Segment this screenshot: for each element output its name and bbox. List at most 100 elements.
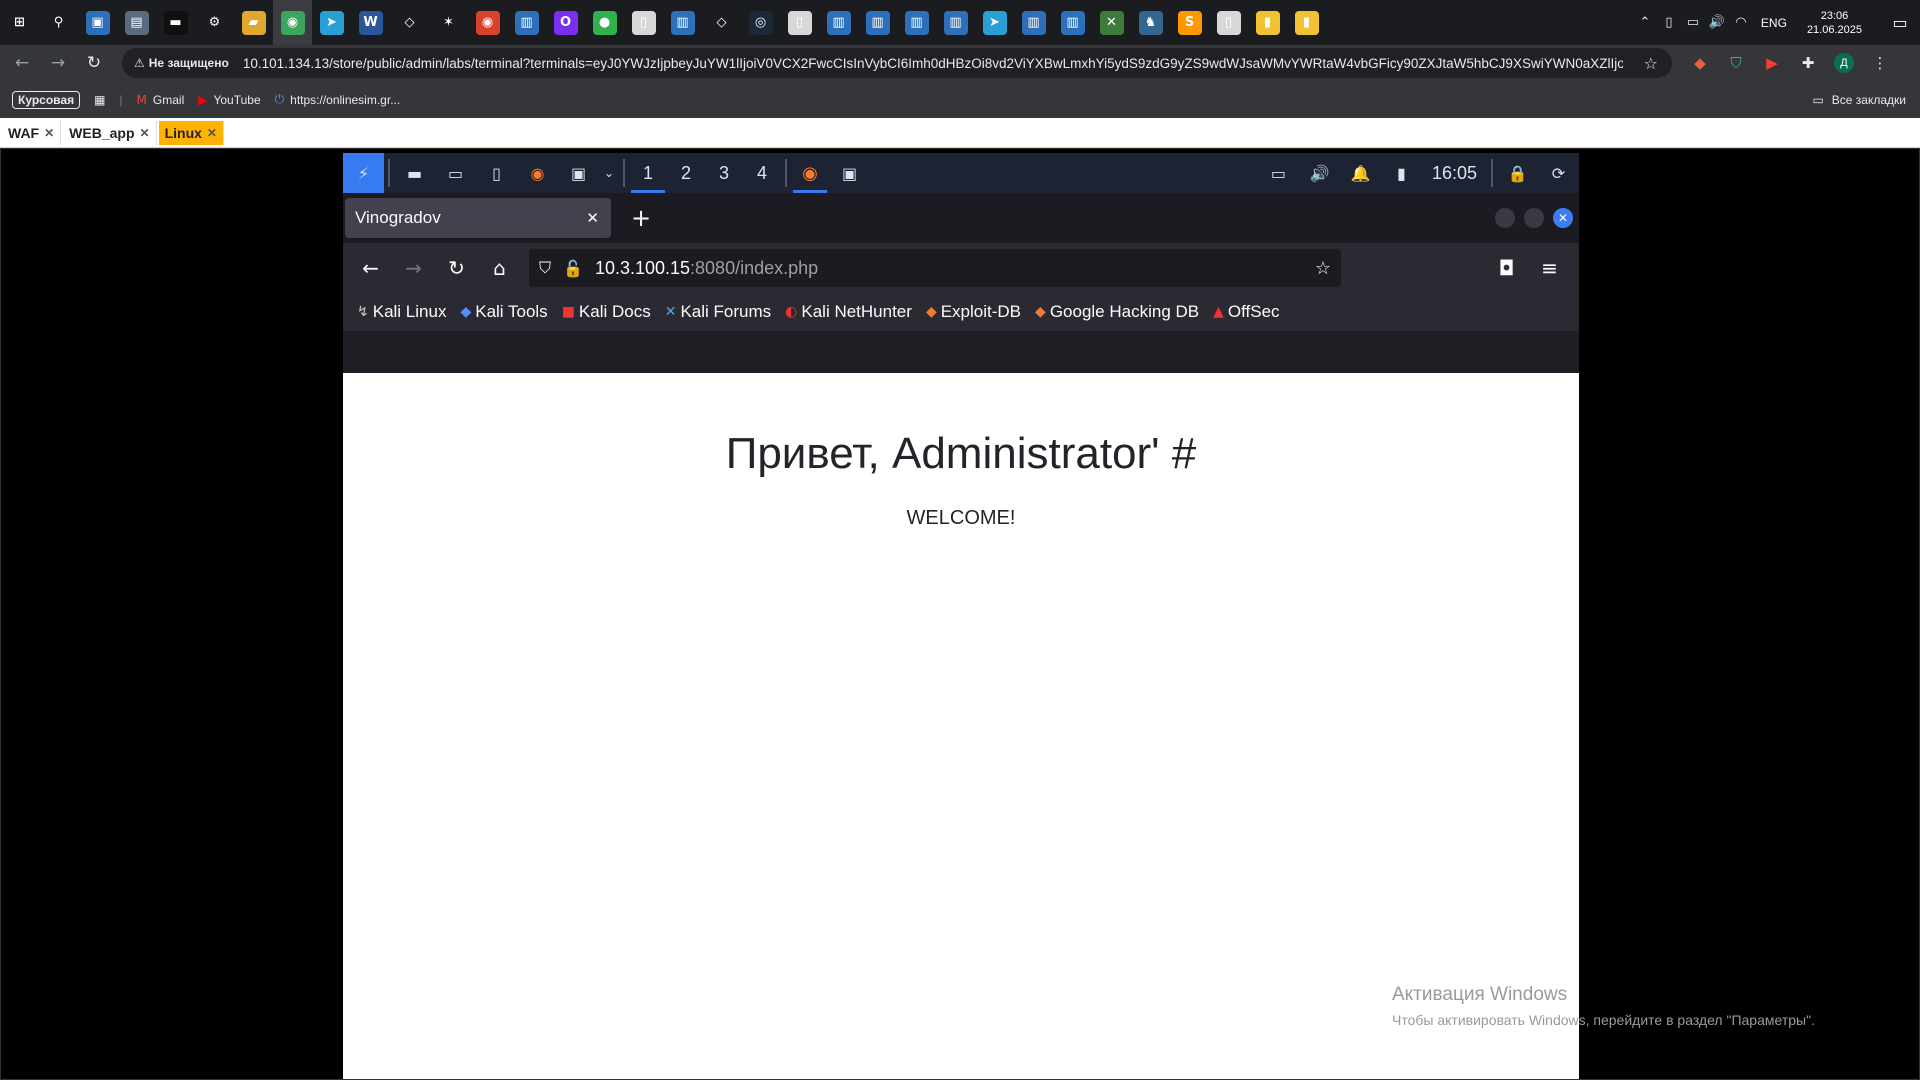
this-pc-icon[interactable]: ▣ bbox=[78, 0, 117, 45]
opera-icon[interactable]: O bbox=[546, 0, 585, 45]
reload-button[interactable]: ↻ bbox=[435, 256, 478, 280]
window-icon-8[interactable]: ▥ bbox=[1053, 0, 1092, 45]
tracking-shield-icon[interactable]: ⛉ bbox=[539, 258, 551, 278]
virtualbox-icon-2[interactable]: ◇ bbox=[702, 0, 741, 45]
bookmark-kali-linux[interactable]: ↯ Kali Linux bbox=[357, 302, 446, 322]
search-icon[interactable]: ⚲ bbox=[39, 0, 78, 45]
chevron-up-icon[interactable]: ⌃ bbox=[1633, 15, 1657, 30]
insecure-lock-icon[interactable]: 🔓 bbox=[563, 259, 583, 278]
language-indicator[interactable]: ENG bbox=[1761, 16, 1787, 30]
bell-icon[interactable]: 🔔 bbox=[1340, 153, 1381, 193]
window-icon-2[interactable]: ▥ bbox=[663, 0, 702, 45]
forward-button[interactable]: → bbox=[392, 256, 435, 280]
bookmark-star-icon[interactable]: ☆ bbox=[1315, 258, 1331, 279]
window-icon-4[interactable]: ▥ bbox=[858, 0, 897, 45]
apps-grid-icon[interactable]: ▦ bbox=[94, 93, 105, 107]
close-icon[interactable]: ✕ bbox=[140, 126, 150, 140]
folder-icon[interactable]: ▮ bbox=[1248, 0, 1287, 45]
extension-youtube-icon[interactable]: ▶ bbox=[1754, 54, 1790, 72]
tab-waf[interactable]: WAF ✕ bbox=[2, 120, 62, 145]
xbox-icon[interactable]: ✕ bbox=[1092, 0, 1131, 45]
home-button[interactable]: ⌂ bbox=[478, 256, 521, 280]
telegram-icon-2[interactable]: ➤ bbox=[975, 0, 1014, 45]
text-editor-icon[interactable]: ▯ bbox=[476, 153, 517, 193]
close-icon[interactable]: ✕ bbox=[207, 126, 217, 140]
terminal-launcher-icon[interactable]: ▣ bbox=[558, 153, 599, 193]
bookmark-kali-tools[interactable]: ◆ Kali Tools bbox=[460, 302, 547, 322]
app-satellite-icon[interactable]: ✶ bbox=[429, 0, 468, 45]
bookmark-kali-docs[interactable]: ■ Kali Docs bbox=[562, 302, 651, 322]
back-button[interactable]: ← bbox=[4, 53, 40, 73]
pocket-icon[interactable]: ◘ bbox=[1485, 256, 1528, 280]
notifications-icon[interactable]: ▭ bbox=[1880, 13, 1920, 32]
minimize-button[interactable] bbox=[1495, 208, 1515, 228]
back-button[interactable]: ← bbox=[349, 256, 392, 280]
document-icon-2[interactable]: ▯ bbox=[780, 0, 819, 45]
settings-gear-icon[interactable]: ⚙ bbox=[195, 0, 234, 45]
chevron-down-icon[interactable]: ⌄ bbox=[599, 153, 619, 193]
reload-button[interactable]: ↻ bbox=[76, 53, 112, 73]
all-bookmarks-button[interactable]: ▭ Все закладки bbox=[1812, 93, 1906, 107]
workspace-2[interactable]: 2 bbox=[667, 153, 705, 193]
system-clock[interactable]: 23:06 21.06.2025 bbox=[1807, 9, 1862, 37]
extension-fox-icon[interactable]: ◆ bbox=[1682, 54, 1718, 72]
network-icon[interactable]: ▤ bbox=[117, 0, 156, 45]
profile-avatar[interactable]: Д bbox=[1834, 53, 1854, 73]
bookmark-gmail[interactable]: M Gmail bbox=[137, 93, 185, 107]
tab-web-app[interactable]: WEB_app ✕ bbox=[63, 120, 157, 145]
firefox-tab-vinogradov[interactable]: Vinogradov ✕ bbox=[345, 198, 611, 238]
forward-button[interactable]: → bbox=[40, 53, 76, 73]
file-manager-icon[interactable]: ▭ bbox=[435, 153, 476, 193]
maximize-button[interactable] bbox=[1524, 208, 1544, 228]
show-desktop-icon[interactable]: ▬ bbox=[394, 153, 435, 193]
bookmark-exploit-db[interactable]: ◆ Exploit-DB bbox=[926, 302, 1021, 322]
steam-icon[interactable]: ◎ bbox=[741, 0, 780, 45]
virtualbox-icon[interactable]: ◇ bbox=[390, 0, 429, 45]
bookmark-youtube[interactable]: ▶ YouTube bbox=[198, 93, 260, 107]
bookmark-onlinesim[interactable]: ⏻ https://onlinesim.gr... bbox=[275, 92, 401, 107]
file-explorer-icon[interactable]: ▰ bbox=[234, 0, 273, 45]
word-icon[interactable]: W bbox=[351, 0, 390, 45]
wechat-icon[interactable]: ● bbox=[585, 0, 624, 45]
document-icon[interactable]: ▯ bbox=[624, 0, 663, 45]
taskbar-terminal-window-icon[interactable]: ▣ bbox=[829, 153, 870, 193]
battery-icon[interactable]: ▮ bbox=[1381, 153, 1422, 193]
wifi-icon[interactable]: ◠ bbox=[1729, 15, 1753, 30]
window-icon-3[interactable]: ▥ bbox=[819, 0, 858, 45]
chrome-icon[interactable]: ◉ bbox=[273, 0, 312, 45]
workspace-1[interactable]: 1 bbox=[629, 153, 667, 193]
firefox-launcher-icon[interactable]: ◉ bbox=[517, 153, 558, 193]
window-icon[interactable]: ▥ bbox=[507, 0, 546, 45]
workspace-4[interactable]: 4 bbox=[743, 153, 781, 193]
firefox-url-bar[interactable]: ⛉ 🔓 10.3.100.15:8080/index.php ☆ bbox=[529, 249, 1341, 287]
volume-icon[interactable]: 🔊 bbox=[1705, 15, 1729, 30]
lock-icon[interactable]: 🔒 bbox=[1497, 153, 1538, 193]
address-bar[interactable]: ⚠ Не защищено 10.101.134.13/store/public/… bbox=[122, 48, 1672, 78]
display-icon[interactable]: ▭ bbox=[1258, 153, 1299, 193]
extensions-puzzle-icon[interactable]: ✚ bbox=[1790, 54, 1826, 72]
kali-clock[interactable]: 16:05 bbox=[1432, 163, 1477, 184]
new-tab-button[interactable]: + bbox=[621, 204, 661, 232]
bookmark-star-icon[interactable]: ☆ bbox=[1644, 54, 1658, 73]
close-window-button[interactable]: ✕ bbox=[1553, 208, 1573, 228]
chrome-menu-icon[interactable]: ⋮ bbox=[1862, 54, 1898, 72]
tab-linux[interactable]: Linux ✕ bbox=[158, 120, 224, 145]
bookmark-google-hacking-db[interactable]: ◆ Google Hacking DB bbox=[1035, 302, 1199, 322]
hamburger-menu-icon[interactable]: ≡ bbox=[1528, 256, 1571, 280]
url-text[interactable]: 10.101.134.13/store/public/admin/labs/te… bbox=[243, 56, 1623, 71]
bookmark-kali-forums[interactable]: ✕ Kali Forums bbox=[665, 302, 771, 322]
bookmark-kali-nethunter[interactable]: ◐ Kali NetHunter bbox=[785, 302, 912, 322]
kali-desktop[interactable]: ⚡ ▬ ▭ ▯ ◉ ▣ ⌄ 1 2 3 4 ◉ ▣ ▭ 🔊 🔔 ▮ 16:05 … bbox=[343, 153, 1579, 1079]
usb-icon[interactable]: ▯ bbox=[1657, 15, 1681, 30]
window-icon-5[interactable]: ▥ bbox=[897, 0, 936, 45]
window-icon-7[interactable]: ▥ bbox=[1014, 0, 1053, 45]
bookmark-folder-kursovaya[interactable]: Курсовая bbox=[12, 90, 81, 109]
postgresql-icon[interactable]: ♞ bbox=[1131, 0, 1170, 45]
window-icon-6[interactable]: ▥ bbox=[936, 0, 975, 45]
battery-icon[interactable]: ▭ bbox=[1681, 15, 1705, 30]
security-indicator[interactable]: ⚠ Не защищено bbox=[134, 56, 229, 70]
close-icon[interactable]: ✕ bbox=[44, 126, 54, 140]
taskbar-firefox-window-icon[interactable]: ◉ bbox=[791, 153, 829, 193]
windows-start-icon[interactable]: ⊞ bbox=[0, 0, 39, 45]
terminal-icon[interactable]: ▬ bbox=[156, 0, 195, 45]
